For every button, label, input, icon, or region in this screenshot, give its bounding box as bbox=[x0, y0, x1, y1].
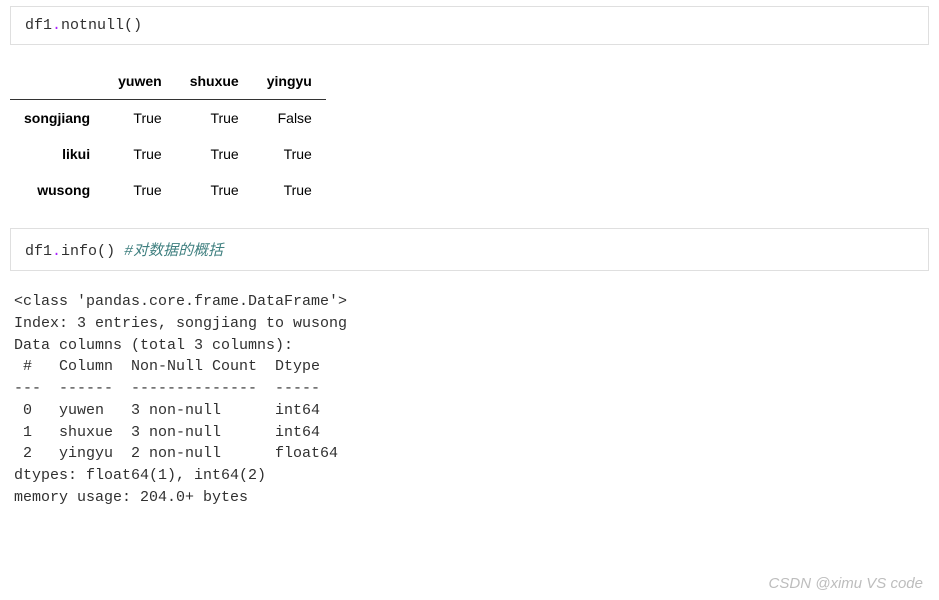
code-spacer bbox=[115, 243, 124, 260]
row-index: wusong bbox=[10, 172, 104, 208]
table-row: wusong True True True bbox=[10, 172, 326, 208]
cell-value: True bbox=[176, 136, 253, 172]
row-index: songjiang bbox=[10, 100, 104, 137]
cell-value: True bbox=[104, 100, 176, 137]
info-line: 0 yuwen 3 non-null int64 bbox=[14, 402, 338, 419]
code-open-paren: ( bbox=[124, 17, 133, 34]
cell-value: False bbox=[253, 100, 326, 137]
cell-value: True bbox=[176, 100, 253, 137]
code-close-paren: ) bbox=[106, 243, 115, 260]
dataframe-table: yuwen shuxue yingyu songjiang True True … bbox=[10, 63, 326, 208]
info-line: dtypes: float64(1), int64(2) bbox=[14, 467, 266, 484]
code-comment: #对数据的概括 bbox=[124, 243, 223, 260]
code-object: df1 bbox=[25, 243, 52, 260]
code-method: info bbox=[61, 243, 97, 260]
table-row: likui True True True bbox=[10, 136, 326, 172]
info-line: Data columns (total 3 columns): bbox=[14, 337, 293, 354]
table-header-row: yuwen shuxue yingyu bbox=[10, 63, 326, 100]
info-line: 1 shuxue 3 non-null int64 bbox=[14, 424, 338, 441]
info-line: <class 'pandas.core.frame.DataFrame'> bbox=[14, 293, 347, 310]
code-dot: . bbox=[52, 243, 61, 260]
table-row: songjiang True True False bbox=[10, 100, 326, 137]
info-line: Index: 3 entries, songjiang to wusong bbox=[14, 315, 347, 332]
code-method: notnull bbox=[61, 17, 124, 34]
col-header: shuxue bbox=[176, 63, 253, 100]
col-header: yingyu bbox=[253, 63, 326, 100]
col-header: yuwen bbox=[104, 63, 176, 100]
info-line: memory usage: 204.0+ bytes bbox=[14, 489, 248, 506]
watermark-text: CSDN @ximu VS code bbox=[769, 575, 923, 592]
code-dot: . bbox=[52, 17, 61, 34]
cell-value: True bbox=[104, 172, 176, 208]
code-open-paren: ( bbox=[97, 243, 106, 260]
code-object: df1 bbox=[25, 17, 52, 34]
cell-value: True bbox=[104, 136, 176, 172]
cell-value: True bbox=[253, 136, 326, 172]
cell-value: True bbox=[176, 172, 253, 208]
cell-value: True bbox=[253, 172, 326, 208]
dataframe-output-notnull: yuwen shuxue yingyu songjiang True True … bbox=[10, 63, 929, 208]
code-cell-info[interactable]: df1.info() #对数据的概括 bbox=[10, 228, 929, 271]
info-line: --- ------ -------------- ----- bbox=[14, 380, 338, 397]
code-close-paren: ) bbox=[133, 17, 142, 34]
row-index: likui bbox=[10, 136, 104, 172]
info-line: 2 yingyu 2 non-null float64 bbox=[14, 445, 338, 462]
info-text-output: <class 'pandas.core.frame.DataFrame'> In… bbox=[10, 289, 929, 511]
code-cell-notnull[interactable]: df1.notnull() bbox=[10, 6, 929, 45]
info-line: # Column Non-Null Count Dtype bbox=[14, 358, 338, 375]
table-corner bbox=[10, 63, 104, 100]
